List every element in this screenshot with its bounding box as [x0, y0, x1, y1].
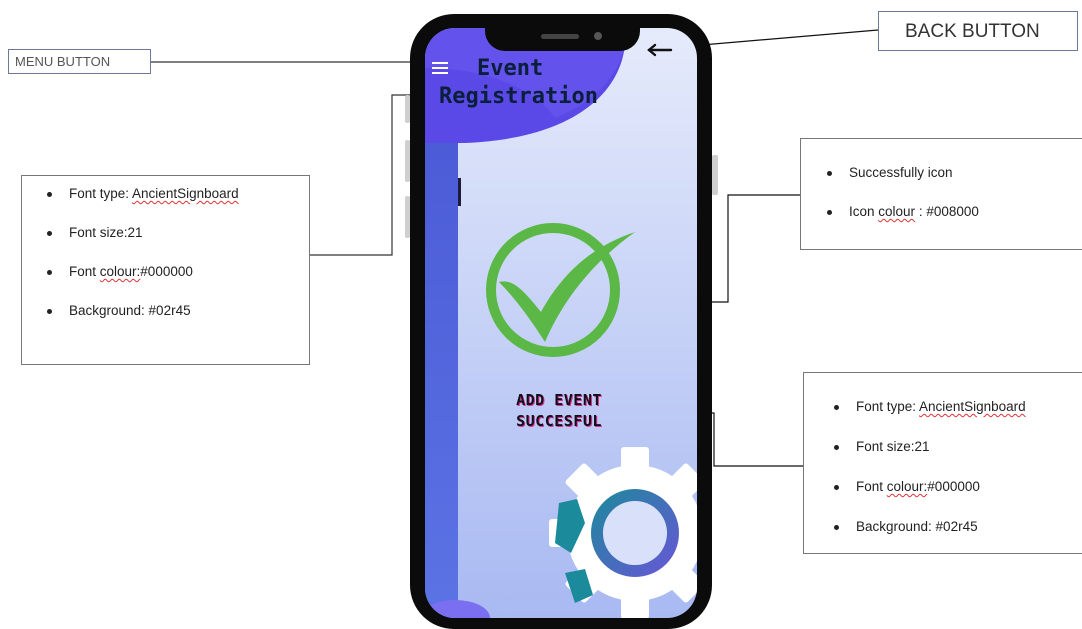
- menu-button-label: MENU BUTTON: [8, 49, 151, 74]
- screen-title: Event: [477, 56, 544, 81]
- note-item: Font type: AncientSignboard: [47, 185, 309, 203]
- title-style-note: Font type: AncientSignboard Font size:21…: [21, 175, 310, 365]
- hamburger-menu-icon[interactable]: [432, 62, 448, 75]
- note-item: Font colour:#000000: [834, 478, 1082, 496]
- back-button[interactable]: [645, 38, 673, 62]
- icon-style-note: Successfully icon Icon colour : #008000: [800, 138, 1082, 250]
- back-connector: [689, 29, 879, 47]
- screen-title-line2: Registration: [439, 84, 598, 109]
- menu-button-label-text: MENU BUTTON: [15, 54, 111, 69]
- gear-icon: [549, 447, 697, 618]
- back-button-label-text: BACK BUTTON: [905, 21, 1040, 42]
- left-accent-bar: [425, 108, 458, 618]
- note-item: Icon colour : #008000: [827, 203, 1082, 221]
- back-button-label: BACK BUTTON: [878, 11, 1078, 51]
- phone-notch: [485, 14, 640, 51]
- phone-screen: Event Registration ADD EVENT SUCCESFUL: [425, 28, 697, 618]
- left-accent-edge: [458, 178, 461, 206]
- note-item: Font size:21: [47, 224, 309, 242]
- power-button: [712, 155, 718, 195]
- phone-speaker: [541, 34, 579, 39]
- note-item: Font type: AncientSignboard: [834, 398, 1082, 416]
- screen-background-art: [425, 28, 697, 618]
- note-item: Font size:21: [834, 438, 1082, 456]
- note-item: Font colour:#000000: [47, 263, 309, 281]
- success-message: ADD EVENT: [516, 391, 602, 409]
- phone-camera: [594, 32, 602, 40]
- note-item: Background: #02r45: [47, 302, 309, 320]
- success-message-line2: SUCCESFUL: [516, 412, 602, 430]
- note-item: Background: #02r45: [834, 518, 1082, 536]
- check-circle-icon: [486, 223, 635, 357]
- text-style-note: Font type: AncientSignboard Font size:21…: [803, 372, 1082, 554]
- note-item: Successfully icon: [827, 164, 1082, 182]
